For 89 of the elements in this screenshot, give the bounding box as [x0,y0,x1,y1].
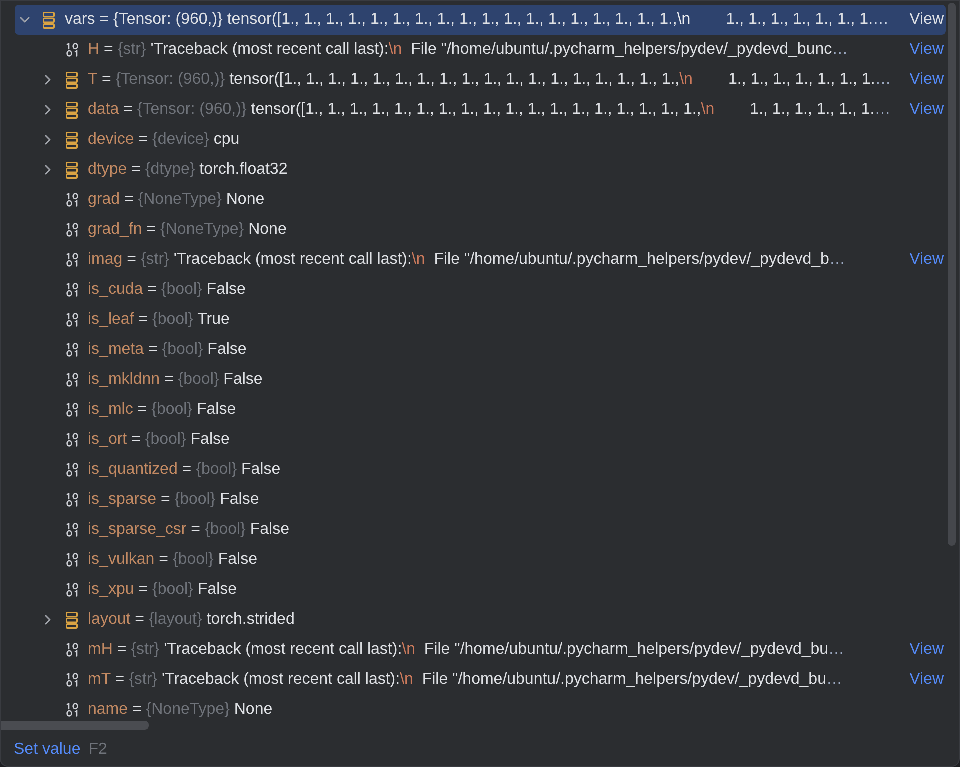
tree-row[interactable]: is_xpu = {bool} False [15,575,946,605]
variable-entry: is_mkldnn = {bool} False [88,370,263,390]
stack-icon [66,102,78,118]
tree-row[interactable]: is_sparse = {bool} False [15,485,946,515]
stack-icon [66,72,78,88]
tree-row[interactable]: H = {str} 'Traceback (most recent call last):\n File "/home/ubuntu/.pycharm_helpers/pydev/_pydevd_bunc… View [15,35,946,65]
variable-entry: is_meta = {bool} False [88,340,247,360]
tree-row[interactable]: is_vulkan = {bool} False [15,545,946,575]
binary-icon [66,673,78,687]
tree-row[interactable]: is_ort = {bool} False [15,425,946,455]
variable-entry: grad_fn = {NoneType} None [88,220,287,240]
view-link[interactable]: View [902,40,944,60]
chevron-right-icon[interactable] [45,615,51,625]
tree-row[interactable]: device = {device} cpu [15,125,946,155]
binary-icon [66,433,78,447]
variable-entry: grad = {NoneType} None [88,190,265,210]
binary-icon [66,643,78,657]
binary-icon [66,223,78,237]
variable-entry: is_ort = {bool} False [88,430,230,450]
view-link[interactable]: View [902,250,944,270]
variable-entry: device = {device} cpu [88,130,240,150]
chevron-right-icon[interactable] [45,75,51,85]
chevron-right-icon[interactable] [45,165,51,175]
tree-row[interactable]: dtype = {dtype} torch.float32 [15,155,946,185]
tree-row[interactable]: vars = {Tensor: (960,)} tensor([1., 1., 1., 1., 1., 1., 1., 1., 1., 1., 1., 1., 1., 1., 1., 1., 1., 1.,\n 1., 1., 1., 1., 1., 1., 1.… View [15,5,946,35]
variable-entry: is_xpu = {bool} False [88,580,238,600]
tree-row[interactable]: is_cuda = {bool} False [15,275,946,305]
vertical-scrollbar-thumb[interactable] [948,3,956,546]
tree-row[interactable]: imag = {str} 'Traceback (most recent call last):\n File "/home/ubuntu/.pycharm_helpers/pydev/_pydevd_b… View [15,245,946,275]
horizontal-scrollbar-thumb[interactable] [1,721,149,730]
variable-entry: data = {Tensor: (960,)} tensor([1., 1., 1., 1., 1., 1., 1., 1., 1., 1., 1., 1., 1., 1., 1., 1., 1., 1.,\n 1., 1., 1., 1., 1., 1.… [88,100,891,120]
binary-icon [66,703,78,717]
variable-entry: is_cuda = {bool} False [88,280,246,300]
tree-row[interactable]: name = {NoneType} None [15,695,946,725]
tree-row[interactable]: data = {Tensor: (960,)} tensor([1., 1., 1., 1., 1., 1., 1., 1., 1., 1., 1., 1., 1., 1., 1., 1., 1., 1.,\n 1., 1., 1., 1., 1., 1.… View [15,95,946,125]
variable-entry: imag = {str} 'Traceback (most recent call last):\n File "/home/ubuntu/.pycharm_helpers/pydev/_pydevd_b… [88,250,846,270]
tree-row[interactable]: mH = {str} 'Traceback (most recent call last):\n File "/home/ubuntu/.pycharm_helpers/pydev/_pydevd_bu… View [15,635,946,665]
binary-icon [66,253,78,267]
chevron-down-icon[interactable] [20,17,30,23]
variable-entry: is_sparse = {bool} False [88,490,260,510]
binary-icon [66,463,78,477]
tree-row[interactable]: is_mlc = {bool} False [15,395,946,425]
view-link[interactable]: View [902,640,944,660]
variable-entry: is_leaf = {bool} True [88,310,230,330]
binary-icon [66,313,78,327]
variable-entry: is_sparse_csr = {bool} False [88,520,290,540]
variable-entry: layout = {layout} torch.strided [88,610,295,630]
variable-entry: is_quantized = {bool} False [88,460,281,480]
variable-entry: is_mlc = {bool} False [88,400,236,420]
variable-entry: T = {Tensor: (960,)} tensor([1., 1., 1., 1., 1., 1., 1., 1., 1., 1., 1., 1., 1., 1., 1., 1., 1., 1.,\n 1., 1., 1., 1., 1., 1., 1.… [88,70,892,90]
variable-entry: dtype = {dtype} torch.float32 [88,160,288,180]
binary-icon [66,373,78,387]
shortcut-hint: F2 [88,740,108,760]
view-link[interactable]: View [902,70,944,90]
set-value-link[interactable]: Set value [14,740,81,760]
stack-icon [66,132,78,148]
view-link[interactable]: View [902,670,944,690]
variable-entry: vars = {Tensor: (960,)} tensor([1., 1., 1., 1., 1., 1., 1., 1., 1., 1., 1., 1., 1., 1., 1., 1., 1., 1.,\n 1., 1., 1., 1., 1., 1., 1.… [65,10,890,30]
variable-entry: is_vulkan = {bool} False [88,550,258,570]
chevron-right-icon[interactable] [45,105,51,115]
variable-entry: mT = {str} 'Traceback (most recent call last):\n File "/home/ubuntu/.pycharm_helpers/pydev/_pydevd_bu… [88,670,842,690]
view-link[interactable]: View [902,100,944,120]
tree-row[interactable]: grad = {NoneType} None [15,185,946,215]
tree-row[interactable]: is_meta = {bool} False [15,335,946,365]
binary-icon [66,283,78,297]
binary-icon [66,553,78,567]
binary-icon [66,583,78,597]
variable-entry: mH = {str} 'Traceback (most recent call last):\n File "/home/ubuntu/.pycharm_helpers/pydev/_pydevd_bu… [88,640,845,660]
tree-row[interactable]: T = {Tensor: (960,)} tensor([1., 1., 1., 1., 1., 1., 1., 1., 1., 1., 1., 1., 1., 1., 1., 1., 1., 1.,\n 1., 1., 1., 1., 1., 1., 1.… View [15,65,946,95]
tree-row[interactable]: mT = {str} 'Traceback (most recent call last):\n File "/home/ubuntu/.pycharm_helpers/pydev/_pydevd_bu… View [15,665,946,695]
stack-icon [43,12,55,28]
binary-icon [66,343,78,357]
tree-row[interactable]: is_sparse_csr = {bool} False [15,515,946,545]
variable-entry: name = {NoneType} None [88,700,273,720]
binary-icon [66,43,78,57]
binary-icon [66,193,78,207]
tree-row[interactable]: grad_fn = {NoneType} None [15,215,946,245]
stack-icon [66,162,78,178]
tree-row[interactable]: is_quantized = {bool} False [15,455,946,485]
tree-row[interactable]: is_mkldnn = {bool} False [15,365,946,395]
binary-icon [66,493,78,507]
tree-row[interactable]: layout = {layout} torch.strided [15,605,946,635]
binary-icon [66,403,78,417]
variable-entry: H = {str} 'Traceback (most recent call last):\n File "/home/ubuntu/.pycharm_helpers/pydev/_pydevd_bunc… [88,40,848,60]
tree-row[interactable]: is_leaf = {bool} True [15,305,946,335]
stack-icon [66,612,78,628]
binary-icon [66,523,78,537]
view-link[interactable]: View [902,10,944,30]
chevron-right-icon[interactable] [45,135,51,145]
